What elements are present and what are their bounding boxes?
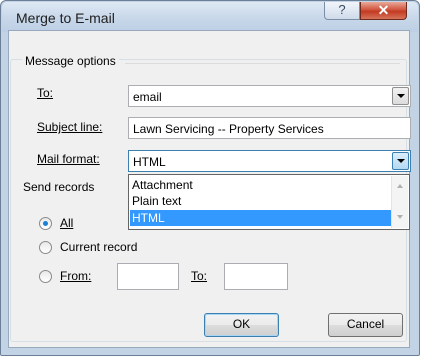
help-icon: ? [338, 2, 346, 17]
close-button[interactable]: ✕ [360, 2, 407, 20]
scroll-up-icon[interactable] [397, 184, 403, 188]
all-radio[interactable] [39, 217, 52, 230]
current-record-label[interactable]: Current record [60, 240, 137, 254]
to-combobox[interactable]: email [128, 85, 411, 107]
to-record-label: To: [191, 269, 207, 283]
all-label[interactable]: All [60, 216, 73, 230]
mail-format-label: Mail format: [37, 152, 100, 166]
ok-button[interactable]: OK [204, 313, 279, 337]
mail-format-dropdown-list[interactable]: Attachment Plain text HTML [128, 174, 410, 230]
subject-label: Subject line: [37, 120, 102, 134]
from-input[interactable] [117, 263, 179, 290]
send-records-legend: Send records [23, 180, 95, 194]
dialog-title: Merge to E-mail [16, 10, 115, 26]
from-radio[interactable] [39, 270, 52, 283]
cancel-button[interactable]: Cancel [328, 313, 403, 337]
to-value: email [133, 90, 162, 104]
format-option-attachment[interactable]: Attachment [130, 177, 394, 193]
to-label-text: To: [37, 86, 54, 100]
subject-label-text: Subject line: [37, 120, 103, 134]
all-label-text: All [60, 216, 74, 230]
dropdown-scrollbar[interactable] [391, 176, 408, 228]
mail-format-label-text: Mail format: [37, 152, 100, 166]
scroll-down-icon[interactable] [397, 215, 403, 219]
to-dropdown-button[interactable] [392, 87, 409, 105]
current-record-radio[interactable] [39, 241, 52, 254]
mail-format-combobox[interactable]: HTML [128, 150, 411, 172]
mail-format-value: HTML [133, 155, 166, 169]
format-option-html[interactable]: HTML [130, 210, 394, 226]
chevron-down-icon [397, 94, 405, 98]
subject-value: Lawn Servicing -- Property Services [133, 122, 324, 136]
mail-format-dropdown-button[interactable] [392, 152, 409, 170]
format-option-plain-text[interactable]: Plain text [130, 193, 394, 209]
to-label: To: [37, 86, 53, 100]
subject-line-input[interactable]: Lawn Servicing -- Property Services [128, 117, 411, 139]
to-record-label-text: To: [191, 269, 208, 283]
help-button[interactable]: ? [324, 2, 360, 20]
legend-divider [125, 63, 400, 64]
chevron-down-icon [397, 159, 405, 163]
from-label[interactable]: From: [60, 269, 91, 283]
close-icon: ✕ [377, 2, 390, 18]
from-label-text: From: [60, 269, 92, 283]
message-options-legend: Message options [22, 54, 119, 68]
to-record-input[interactable] [224, 263, 288, 290]
